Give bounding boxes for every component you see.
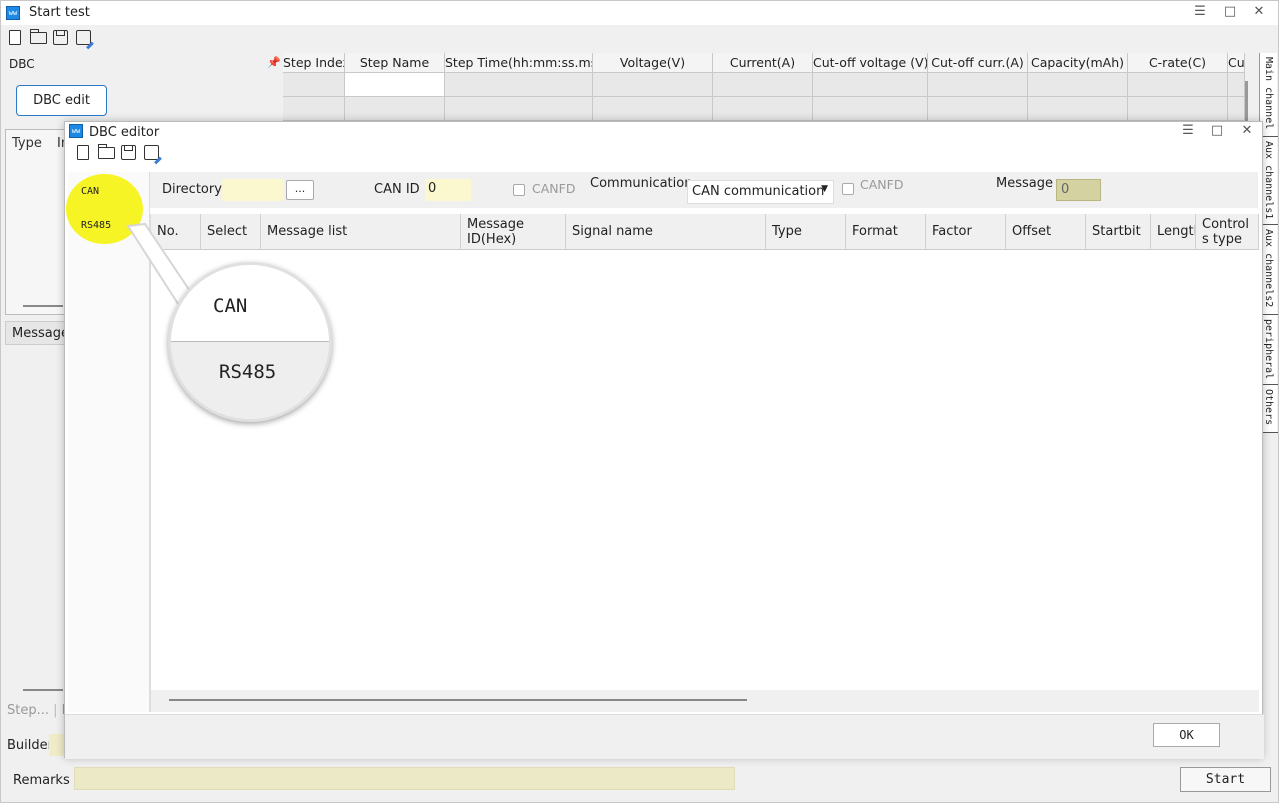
dialog-maximize-icon[interactable]: □ bbox=[1206, 122, 1228, 140]
canfd-checkbox-1[interactable] bbox=[513, 184, 525, 196]
col-cutoff-current[interactable]: Cut-off curr.(A) bbox=[928, 53, 1028, 73]
can-id-field[interactable]: 0 bbox=[425, 179, 471, 201]
left-scrollbar-bottom[interactable] bbox=[23, 689, 63, 691]
col-length[interactable]: Length bbox=[1151, 214, 1196, 249]
col-voltage[interactable]: Voltage(V) bbox=[593, 53, 713, 73]
table-row[interactable] bbox=[283, 97, 1245, 121]
close-icon[interactable]: ✕ bbox=[1248, 3, 1270, 21]
tab-others-label: Others bbox=[1263, 389, 1274, 426]
bottom-tabs: Step... | B bbox=[7, 703, 71, 718]
dialog-close-icon[interactable]: ✕ bbox=[1236, 122, 1258, 140]
tab-aux-channels2-label: Aux channels2 bbox=[1263, 229, 1274, 308]
table-row[interactable] bbox=[283, 73, 1245, 97]
col-step-name[interactable]: Step Name bbox=[345, 53, 445, 73]
menu-icon[interactable]: ☰ bbox=[1189, 3, 1211, 21]
col-factor[interactable]: Factor bbox=[926, 214, 1006, 249]
remarks-field[interactable] bbox=[74, 767, 735, 790]
tab-peripheral-label: peripheral bbox=[1263, 319, 1274, 380]
remarks-label: Remarks bbox=[13, 773, 70, 788]
maximize-icon[interactable]: □ bbox=[1219, 3, 1241, 21]
tab-step[interactable]: Step... bbox=[7, 703, 49, 718]
col-type[interactable]: Type bbox=[766, 214, 846, 249]
col-step-time[interactable]: Step Time(hh:mm:ss.ms) bbox=[445, 53, 593, 73]
col-cutoff-voltage[interactable]: Cut-off voltage (V) bbox=[813, 53, 928, 73]
col-message-id[interactable]: Message ID(Hex) bbox=[461, 214, 566, 249]
communication-select[interactable]: CAN communication ▼ bbox=[687, 180, 834, 204]
col-c-rate[interactable]: C-rate(C) bbox=[1128, 53, 1228, 73]
canfd-label-2: CANFD bbox=[860, 177, 904, 192]
message-label: Message bbox=[996, 176, 1053, 191]
step-grid-header: Step Index Step Name Step Time(hh:mm:ss.… bbox=[283, 53, 1245, 73]
communication-label: Communication bbox=[590, 176, 693, 191]
col-cu[interactable]: Cu bbox=[1228, 53, 1245, 73]
col-control-type[interactable]: Control s type bbox=[1196, 214, 1259, 249]
col-capacity[interactable]: Capacity(mAh) bbox=[1028, 53, 1128, 73]
col-format[interactable]: Format bbox=[846, 214, 926, 249]
zoom-can-row bbox=[171, 265, 329, 341]
zoom-rs485-label: RS485 bbox=[219, 361, 277, 383]
can-id-label: CAN ID bbox=[374, 182, 420, 197]
tab-aux-channels1-label: Aux channels1 bbox=[1263, 141, 1274, 220]
chevron-down-icon: ▼ bbox=[821, 184, 828, 194]
zoom-callout: CAN RS485 bbox=[168, 262, 332, 422]
dialog-footer: OK bbox=[65, 714, 1264, 759]
col-offset[interactable]: Offset bbox=[1006, 214, 1086, 249]
communication-value: CAN communication bbox=[692, 184, 825, 199]
signal-grid-scrollbar[interactable] bbox=[151, 690, 1259, 712]
builder-label: Builder bbox=[7, 738, 53, 753]
tab-main-channel-label: Main channel bbox=[1263, 57, 1274, 130]
start-button[interactable]: Start bbox=[1180, 767, 1271, 792]
ok-button[interactable]: OK bbox=[1153, 723, 1220, 747]
scrollbar-thumb[interactable] bbox=[169, 699, 747, 701]
col-signal-name[interactable]: Signal name bbox=[566, 214, 766, 249]
col-current[interactable]: Current(A) bbox=[713, 53, 813, 73]
canfd-checkbox-2[interactable] bbox=[842, 183, 854, 195]
canfd-label-1: CANFD bbox=[532, 181, 576, 196]
zoom-can-label: CAN bbox=[213, 295, 248, 317]
col-startbit[interactable]: Startbit bbox=[1086, 214, 1151, 249]
step-grid: Step Index Step Name Step Time(hh:mm:ss.… bbox=[283, 53, 1245, 121]
message-field[interactable]: 0 bbox=[1056, 179, 1101, 201]
step-grid-scrollbar[interactable] bbox=[1245, 81, 1248, 121]
dialog-menu-icon[interactable]: ☰ bbox=[1177, 122, 1199, 140]
